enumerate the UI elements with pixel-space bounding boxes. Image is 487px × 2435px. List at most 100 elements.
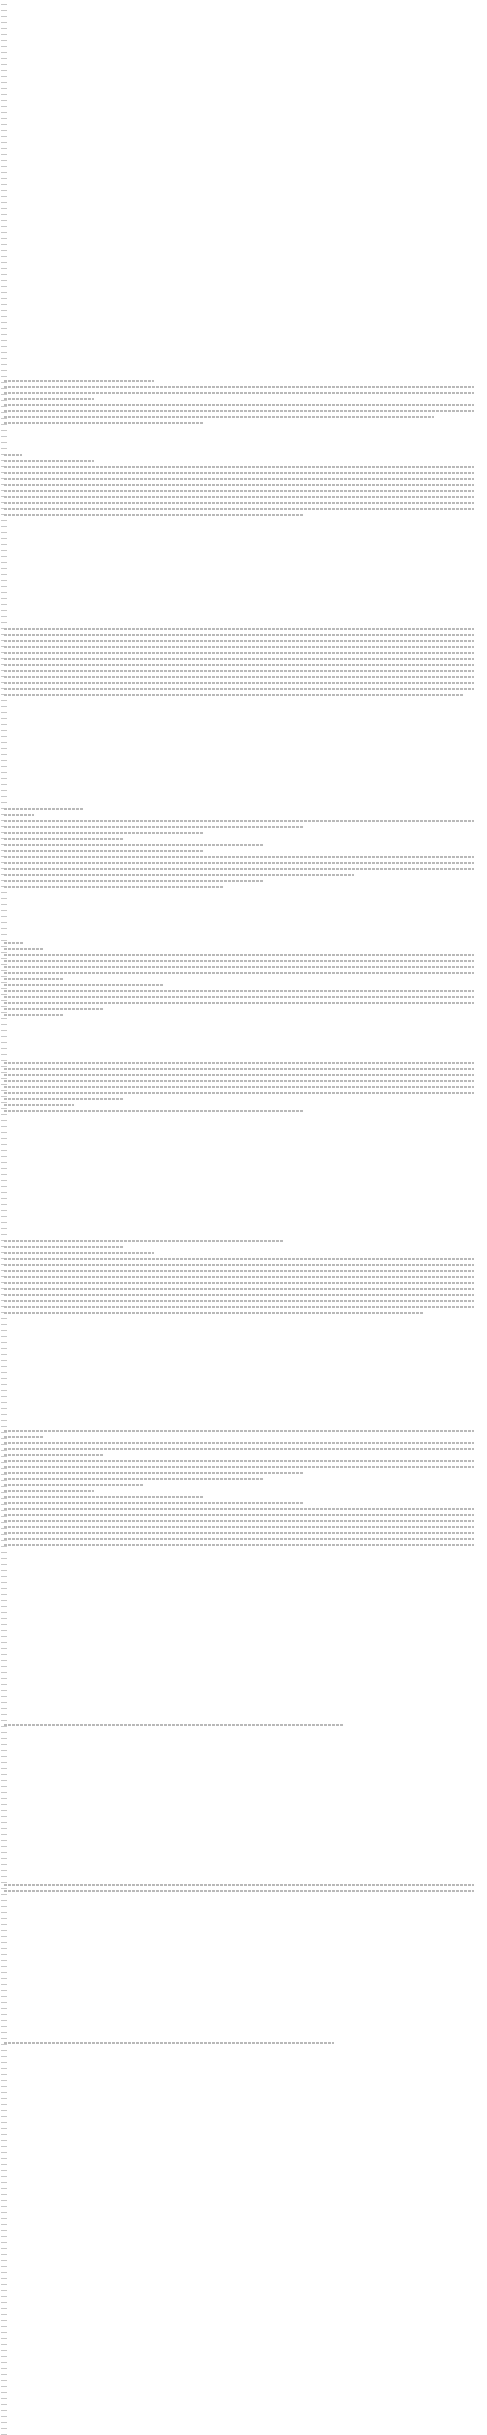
gutter-tick [1, 1630, 7, 1631]
gutter-tick [1, 1816, 7, 1817]
gutter-tick [1, 310, 7, 311]
gutter-tick [1, 1840, 7, 1841]
gutter-tick [1, 1162, 7, 1163]
gutter-tick [1, 1396, 7, 1397]
text-line [4, 1012, 64, 1017]
gutter-tick [1, 82, 7, 83]
gutter-tick [1, 2284, 7, 2285]
gutter-tick [1, 1762, 7, 1763]
gutter-tick [1, 1342, 7, 1343]
gutter-tick [1, 106, 7, 107]
text-line [4, 1310, 424, 1315]
text-line [4, 488, 474, 493]
text-line [4, 1072, 474, 1077]
text-line [4, 1298, 474, 1303]
text-line [4, 1506, 474, 1511]
text-line [4, 1066, 474, 1071]
gutter-tick [1, 1714, 7, 1715]
gutter-tick [1, 1924, 7, 1925]
gutter-tick [1, 2110, 7, 2111]
gutter-tick [1, 2236, 7, 2237]
text-line [4, 1446, 474, 1451]
gutter-tick [1, 370, 7, 371]
text-line [4, 1440, 474, 1445]
gutter-tick [1, 1378, 7, 1379]
gutter-tick [1, 1390, 7, 1391]
gutter-tick [1, 304, 7, 305]
gutter-tick [1, 76, 7, 77]
gutter-tick [1, 2206, 7, 2207]
gutter-tick [1, 136, 7, 137]
text-line [4, 1458, 474, 1463]
gutter-tick [1, 760, 7, 761]
gutter-tick [1, 592, 7, 593]
gutter-tick [1, 1228, 7, 1229]
gutter-tick [1, 2092, 7, 2093]
gutter-tick [1, 574, 7, 575]
gutter-tick [1, 1384, 7, 1385]
text-line [4, 806, 84, 811]
text-line [4, 476, 474, 481]
gutter-tick [1, 250, 7, 251]
gutter-tick [1, 1834, 7, 1835]
gutter-tick [1, 910, 7, 911]
gutter-tick [1, 148, 7, 149]
text-line [4, 650, 474, 655]
gutter-tick [1, 1978, 7, 1979]
text-line [4, 414, 434, 419]
gutter-tick [1, 2332, 7, 2333]
gutter-tick [1, 1180, 7, 1181]
gutter-tick [1, 220, 7, 221]
text-line [4, 976, 64, 981]
gutter-tick [1, 1780, 7, 1781]
gutter-tick [1, 1624, 7, 1625]
gutter-tick [1, 766, 7, 767]
text-line [4, 1524, 474, 1529]
gutter-tick [1, 1966, 7, 1967]
gutter-tick [1, 1870, 7, 1871]
gutter-tick [1, 2008, 7, 2009]
gutter-tick [1, 556, 7, 557]
gutter-tick [1, 364, 7, 365]
text-line [4, 1108, 304, 1113]
gutter-tick [1, 586, 7, 587]
gutter-tick [1, 1192, 7, 1193]
text-line [4, 638, 474, 643]
text-line [4, 674, 474, 679]
text-line [4, 1530, 474, 1535]
gutter-tick [1, 1234, 7, 1235]
text-line [4, 866, 474, 871]
gutter-tick [1, 1720, 7, 1721]
gutter-tick [1, 2320, 7, 2321]
text-line [4, 1250, 154, 1255]
gutter-tick [1, 1420, 7, 1421]
gutter-tick [1, 2326, 7, 2327]
text-line [4, 500, 474, 505]
text-line [4, 1096, 124, 1101]
gutter-tick [1, 184, 7, 185]
gutter-tick [1, 2104, 7, 2105]
gutter-tick [1, 238, 7, 239]
text-line [4, 1476, 264, 1481]
text-line [4, 378, 154, 383]
text-line [4, 1006, 104, 1011]
gutter-tick [1, 1822, 7, 1823]
gutter-tick [1, 2158, 7, 2159]
gutter-tick [1, 442, 7, 443]
text-line [4, 2040, 334, 2045]
gutter-tick [1, 2032, 7, 2033]
gutter-tick [1, 2272, 7, 2273]
gutter-tick [1, 1990, 7, 1991]
gutter-tick [1, 214, 7, 215]
gutter-tick [1, 604, 7, 605]
gutter-tick [1, 1798, 7, 1799]
text-line [4, 494, 474, 499]
text-line [4, 1488, 94, 1493]
gutter-tick [1, 328, 7, 329]
gutter-tick [1, 2116, 7, 2117]
gutter-tick [1, 352, 7, 353]
gutter-tick [1, 2230, 7, 2231]
gutter-tick [1, 2380, 7, 2381]
gutter-tick [1, 2146, 7, 2147]
gutter-tick [1, 2398, 7, 2399]
